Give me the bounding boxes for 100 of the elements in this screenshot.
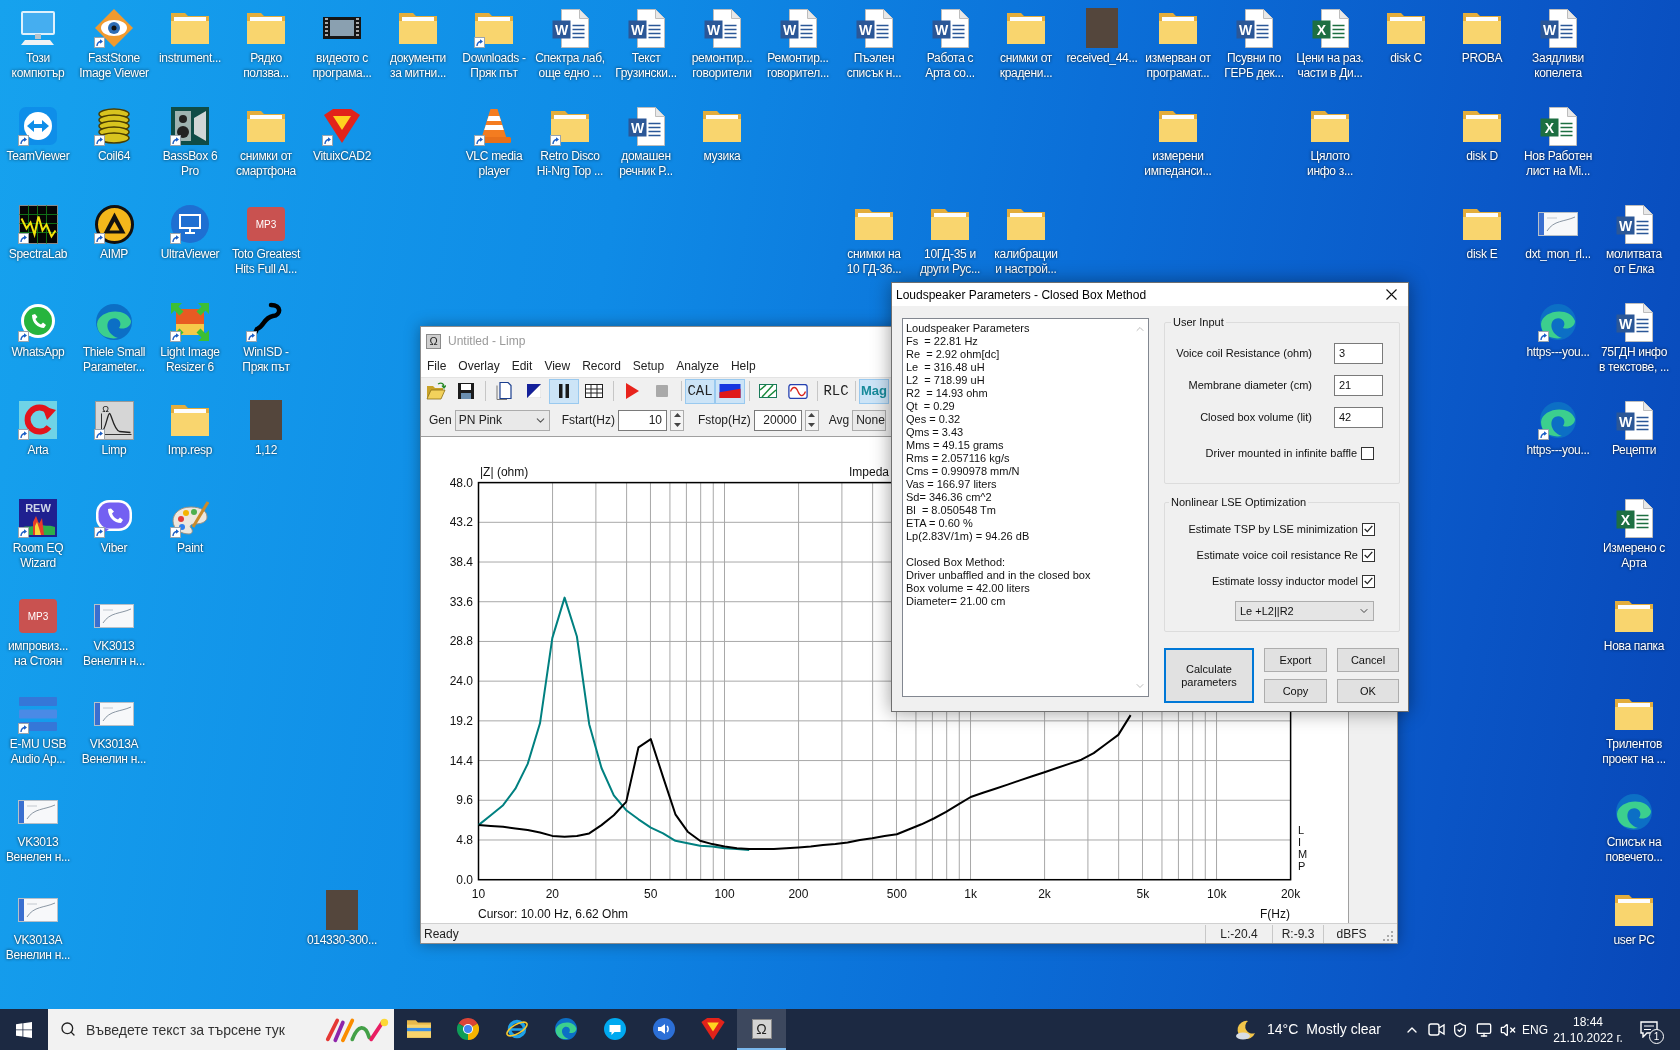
document-icon[interactable] xyxy=(496,382,512,400)
folder-icon[interactable] xyxy=(1615,894,1653,926)
dialog-button[interactable]: Cancel xyxy=(1337,648,1399,672)
folder-icon[interactable] xyxy=(1615,698,1653,730)
monitor-icon[interactable] xyxy=(171,205,209,243)
checkbox[interactable] xyxy=(1362,522,1375,536)
chat-logo-icon[interactable] xyxy=(603,1017,626,1040)
desktop-icon-label[interactable]: Retro Disco Hi-Nrg Top ... xyxy=(536,149,604,179)
menu-item[interactable]: View xyxy=(538,356,577,376)
desktop-icon-label[interactable]: Измерено с Арта xyxy=(1602,541,1665,571)
open-folder-icon[interactable] xyxy=(426,381,446,401)
dropdown[interactable]: PN Pink xyxy=(454,409,550,431)
desktop-icon-label[interactable]: Псувни по ГЕРБ дек... xyxy=(1224,51,1284,81)
desktop-icon-label[interactable]: disk C xyxy=(1390,51,1422,66)
music-file-icon[interactable]: MP3 xyxy=(19,599,57,633)
checkbox[interactable] xyxy=(1362,574,1375,588)
impedance-graph-icon[interactable]: Ω xyxy=(94,400,134,440)
desktop-icon-label[interactable]: Текст Грузински... xyxy=(615,51,677,81)
dialog-button[interactable]: Copy xyxy=(1264,679,1327,703)
desktop-icon-label[interactable]: PROBA xyxy=(1461,51,1503,66)
table-icon[interactable] xyxy=(585,384,603,398)
chat-bubble-icon[interactable] xyxy=(20,303,56,341)
desktop-icon-label[interactable]: disk E xyxy=(1466,247,1498,262)
desktop-icon-label[interactable]: Спектра лаб, още едно ... xyxy=(535,51,605,81)
folder-icon[interactable] xyxy=(1159,110,1197,142)
dialog-button[interactable]: Export xyxy=(1264,648,1327,672)
desktop-icon-label[interactable]: 75ГДН инфо в текстове, ... xyxy=(1598,345,1670,375)
folder-icon[interactable] xyxy=(1007,12,1045,44)
pause-icon[interactable] xyxy=(559,384,569,398)
desktop-icon-label[interactable]: VLC media player xyxy=(465,149,523,179)
desktop-icon-label[interactable]: снимки от крадени... xyxy=(999,51,1053,81)
checkbox-label[interactable]: Estimate voice coil resistance Re xyxy=(1196,546,1358,564)
desktop-icon-label[interactable]: музика xyxy=(703,149,741,164)
folder-icon[interactable] xyxy=(1463,208,1501,240)
folder-icon[interactable] xyxy=(1007,208,1045,240)
document-thumbnail[interactable] xyxy=(1538,212,1578,236)
taskbar-app-button[interactable]: Ω xyxy=(737,1009,786,1050)
document-thumbnail[interactable] xyxy=(18,800,58,824)
desktop-icon-label[interactable]: user PC xyxy=(1613,933,1655,948)
checkbox-label[interactable]: Driver mounted in infinite baffle xyxy=(1205,444,1357,462)
desktop-icon-label[interactable]: Работа с Арта со... xyxy=(925,51,975,81)
toolbar-button[interactable]: CAL xyxy=(685,378,715,404)
moon-icon[interactable] xyxy=(1235,1018,1258,1041)
menu-item[interactable]: Edit xyxy=(505,356,539,376)
menu-item[interactable]: Record xyxy=(576,356,627,376)
clock-time[interactable]: 18:44 xyxy=(1573,1013,1603,1030)
spin-button[interactable] xyxy=(804,409,819,431)
checkbox[interactable] xyxy=(1362,548,1375,562)
palette-icon[interactable] xyxy=(171,501,209,535)
dialog-button[interactable]: OK xyxy=(1337,679,1399,703)
resize-grip-icon[interactable] xyxy=(1383,931,1393,941)
desktop-icon-label[interactable]: Нов Работен лист на Mi... xyxy=(1524,149,1592,179)
folder-icon[interactable] xyxy=(1463,110,1501,142)
spectrum-graph-icon[interactable] xyxy=(18,204,58,244)
desktop-icon-label[interactable]: dxt_mon_rl... xyxy=(1525,247,1591,262)
folder-icon[interactable] xyxy=(1463,12,1501,44)
weather-condition[interactable]: Mostly clear xyxy=(1306,1019,1381,1040)
folder-icon[interactable] xyxy=(1311,110,1349,142)
folder-icon[interactable] xyxy=(1615,600,1653,632)
dialog-button[interactable]: Calculate parameters xyxy=(1164,648,1254,703)
desktop-icon-label[interactable]: https---you... xyxy=(1526,345,1590,360)
document-thumbnail[interactable] xyxy=(94,604,134,628)
desktop-icon-label[interactable]: https---you... xyxy=(1526,443,1590,458)
speaker-icon[interactable] xyxy=(652,1017,675,1040)
desktop-icon-label[interactable]: документи за митни... xyxy=(390,51,446,81)
desktop-icon-label[interactable]: Цялото инфо з... xyxy=(1307,149,1353,179)
app-icon[interactable]: Ω xyxy=(426,333,441,349)
spin-button[interactable] xyxy=(670,409,684,431)
dropdown[interactable]: None xyxy=(852,409,887,431)
desktop-icon-label[interactable]: received_44... xyxy=(1066,51,1138,66)
computer-icon[interactable] xyxy=(21,10,55,46)
speaker-box-icon[interactable] xyxy=(171,107,209,145)
clock-date[interactable]: 21.10.2022 г. xyxy=(1553,1029,1623,1046)
number-input[interactable]: 10 xyxy=(618,409,667,431)
desktop-icon-label[interactable]: Заядливи копелета xyxy=(1532,51,1584,81)
text-input[interactable]: 21 xyxy=(1334,374,1383,396)
menu-item[interactable]: Setup xyxy=(626,356,671,376)
coil-icon[interactable] xyxy=(98,107,130,145)
folder-icon[interactable] xyxy=(1387,12,1425,44)
music-file-icon[interactable]: MP3 xyxy=(247,207,285,241)
desktop-icon-label[interactable]: измерван от програмат... xyxy=(1145,51,1211,81)
browser-icon[interactable] xyxy=(456,1017,479,1040)
document-thumbnail[interactable] xyxy=(94,702,134,726)
sine-wave-icon[interactable] xyxy=(788,383,808,399)
menu-item[interactable]: Help xyxy=(724,356,762,376)
search-field[interactable]: Въведете текст за търсене тук xyxy=(48,1009,394,1050)
document-thumbnail[interactable] xyxy=(18,898,58,922)
app-icon[interactable]: Ω xyxy=(751,1018,772,1039)
shield-icon[interactable] xyxy=(700,1017,725,1040)
notification-icon[interactable] xyxy=(1640,1021,1658,1038)
browser-icon[interactable] xyxy=(554,1017,577,1040)
number-input[interactable]: 20000 xyxy=(753,409,802,431)
toolbar-button[interactable]: RLC xyxy=(821,378,851,404)
desktop-icon-label[interactable]: Списък на повечето... xyxy=(1605,835,1663,865)
desktop-icon-label[interactable]: 014330-300... xyxy=(306,933,378,948)
desktop-icon-label[interactable]: Пъэлен списък н... xyxy=(846,51,902,81)
menu-item[interactable]: File xyxy=(421,356,453,376)
checkbox[interactable] xyxy=(1361,446,1374,460)
play-icon[interactable] xyxy=(625,383,639,399)
text-input[interactable]: 3 xyxy=(1334,342,1383,364)
